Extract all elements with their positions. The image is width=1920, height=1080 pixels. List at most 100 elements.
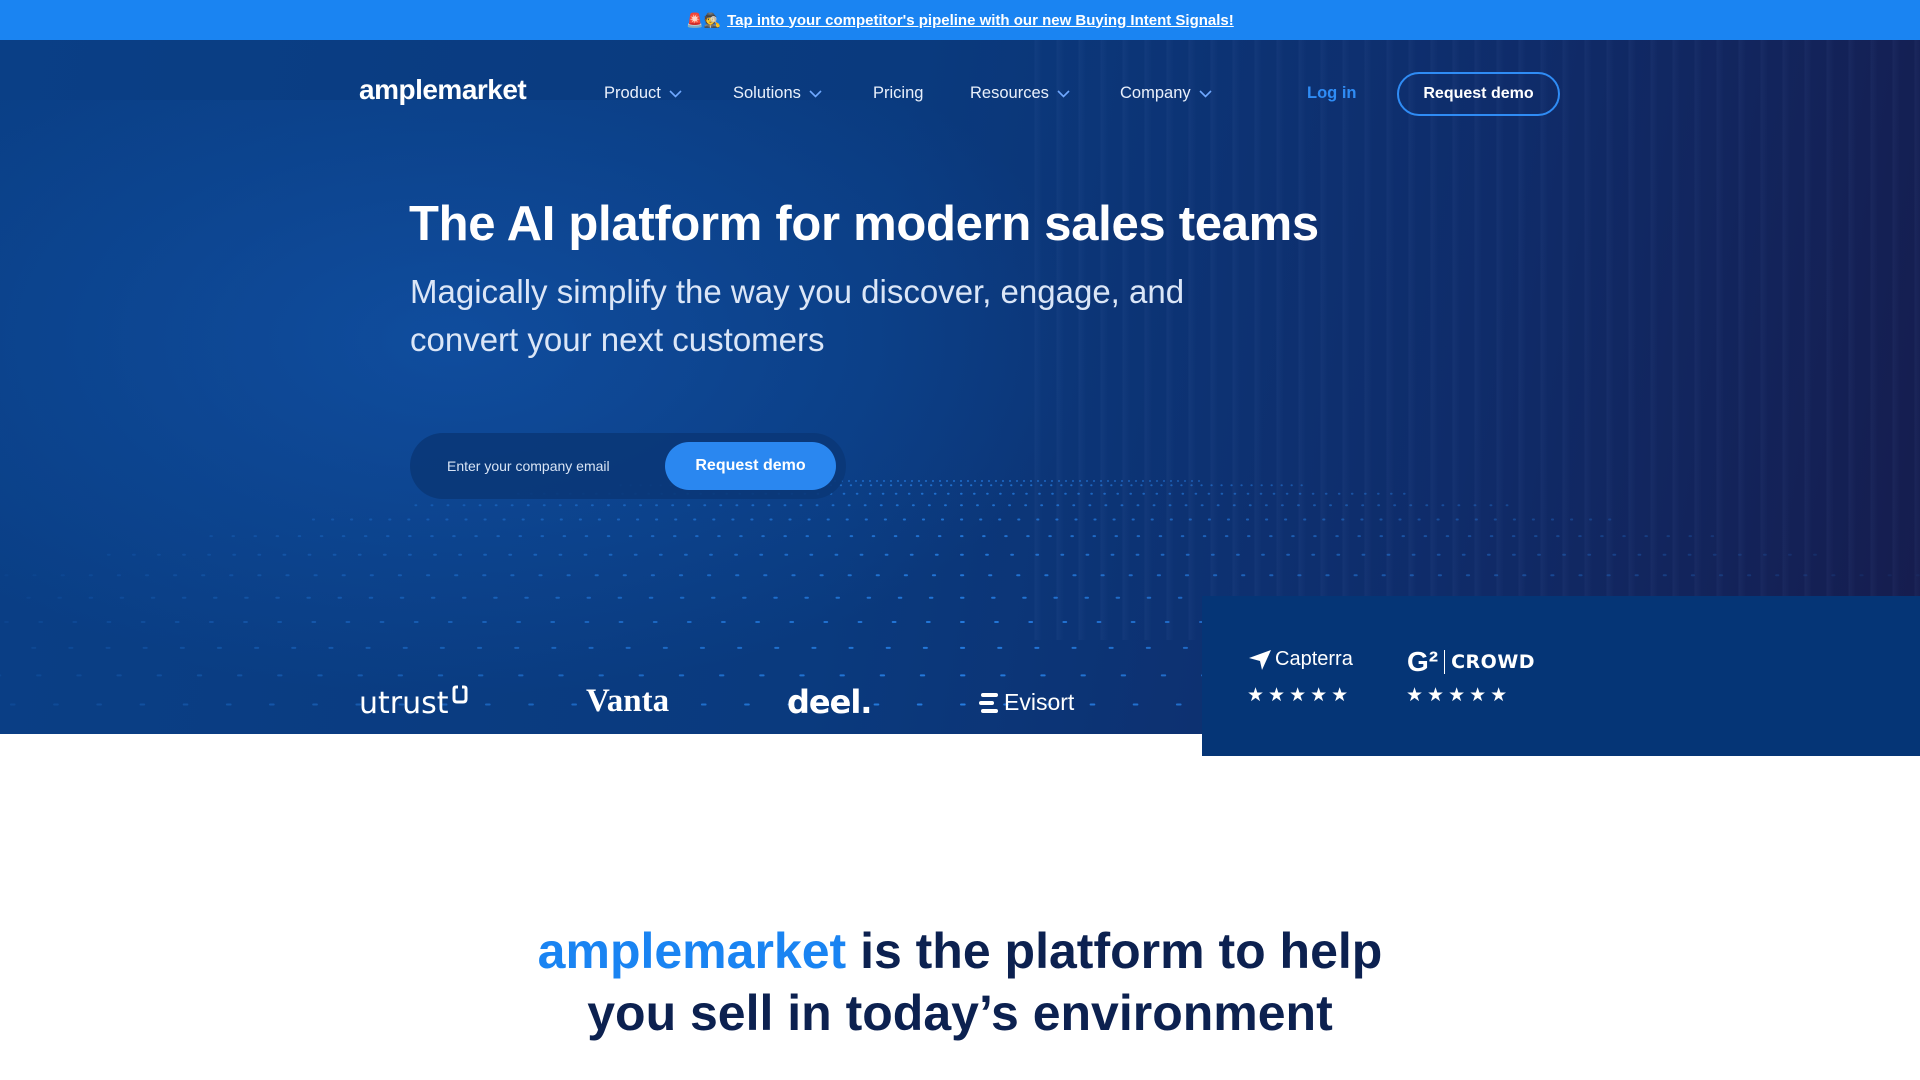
grid-dot [388, 518, 392, 521]
grid-dot [879, 484, 883, 487]
grid-dot [363, 535, 368, 538]
grid-dot [1233, 492, 1237, 495]
grid-dot [408, 553, 412, 556]
grid-dot [331, 518, 335, 521]
grid-dot [60, 574, 65, 577]
grid-dot [1265, 518, 1269, 521]
grid-dot [1198, 480, 1200, 482]
nav-item-resources[interactable]: Resources [970, 84, 1070, 103]
grid-dot [823, 621, 829, 623]
grid-dot [774, 646, 780, 649]
grid-dot [311, 518, 316, 521]
grid-dot [1411, 553, 1416, 556]
login-link[interactable]: Log in [1307, 84, 1356, 103]
grid-dot [869, 484, 873, 487]
grid-dot [809, 553, 814, 556]
grid-dot [719, 504, 723, 507]
grid-dot [999, 492, 1002, 495]
grid-dot [904, 480, 906, 482]
nav-item-pricing[interactable]: Pricing [873, 84, 923, 103]
grid-dot [1160, 674, 1167, 677]
grid-dot [510, 574, 515, 577]
grid-dot [528, 703, 534, 706]
grid-dot [1079, 480, 1081, 482]
grid-dot [1361, 553, 1366, 556]
grid-dot [1130, 484, 1133, 487]
grid-dot [253, 535, 257, 538]
grid-dot [311, 621, 317, 623]
grid-dot [895, 504, 899, 507]
grid-dot [1207, 518, 1211, 521]
grid-dot [1230, 484, 1233, 487]
grid-dot [606, 535, 611, 538]
grid-dot [516, 621, 521, 623]
grid-dot [1120, 504, 1124, 507]
grid-dot [981, 480, 983, 482]
grid-dot [693, 518, 697, 521]
grid-dot [1324, 492, 1328, 495]
grid-dot [985, 553, 989, 556]
grid-dot [57, 596, 62, 599]
grid-dot [916, 703, 923, 706]
grid-dot [859, 484, 863, 487]
grid-dot [357, 553, 362, 556]
grid-dot [1188, 518, 1192, 521]
grid-dot [1537, 553, 1541, 556]
grid-dot [618, 621, 624, 623]
email-signup-form: Request demo [410, 433, 846, 499]
grid-dot [173, 574, 178, 577]
grid-dot [1160, 484, 1163, 487]
grid-dot [540, 518, 544, 521]
grid-dot [804, 596, 809, 599]
grid-dot [721, 621, 726, 623]
grid-dot [555, 596, 560, 599]
grid-dot [976, 504, 979, 507]
grid-dot [1044, 480, 1046, 482]
grid-dot [297, 535, 302, 538]
grid-dot [157, 553, 161, 556]
grid-dot [1100, 484, 1103, 487]
nav-item-solutions[interactable]: Solutions [733, 84, 822, 103]
amplemarket-logo[interactable]: amplemarket [359, 74, 527, 106]
grid-dot [1313, 535, 1317, 538]
grid-dot [1120, 674, 1127, 677]
grid-dot [426, 574, 431, 577]
announcement-link[interactable]: Tap into your competitor's pipeline with… [727, 12, 1234, 29]
grid-dot [834, 553, 839, 556]
nav-item-product[interactable]: Product [604, 84, 682, 103]
grid-dot [574, 504, 578, 507]
grid-dot [328, 646, 334, 649]
platform-tagline: amplemarket is the platform to help you … [0, 920, 1920, 1044]
grid-dot [1191, 480, 1193, 482]
grid-dot [598, 674, 604, 677]
grid-dot [1578, 574, 1583, 577]
grid-dot [1086, 480, 1088, 482]
grid-dot [815, 504, 819, 507]
grid-dot [1280, 504, 1284, 507]
grid-dot [319, 535, 324, 538]
grid-dot [674, 518, 678, 521]
grid-dot [897, 596, 903, 599]
grid-dot [712, 518, 716, 521]
grid-dot [345, 621, 351, 623]
grid-dot [1272, 492, 1276, 495]
request-demo-button[interactable]: Request demo [1397, 72, 1560, 116]
grid-dot [26, 596, 31, 599]
grid-dot [1280, 484, 1283, 487]
grid-dot [1286, 553, 1290, 556]
grid-dot [897, 480, 899, 482]
nav-item-company[interactable]: Company [1120, 84, 1212, 103]
grid-dot [655, 518, 659, 521]
hero-request-demo-button[interactable]: Request demo [665, 442, 836, 490]
grid-dot [1364, 492, 1367, 495]
grid-dot [998, 518, 1002, 521]
nav-item-label: Resources [970, 84, 1049, 102]
grid-dot [622, 574, 627, 577]
hero-subtitle: Magically simplify the way you discover,… [410, 273, 1185, 358]
grid-dot [1053, 596, 1058, 599]
grid-dot [739, 535, 743, 538]
grid-dot [551, 646, 557, 649]
grid-dot [679, 596, 685, 599]
email-input[interactable] [447, 453, 647, 479]
grid-dot [761, 535, 765, 538]
